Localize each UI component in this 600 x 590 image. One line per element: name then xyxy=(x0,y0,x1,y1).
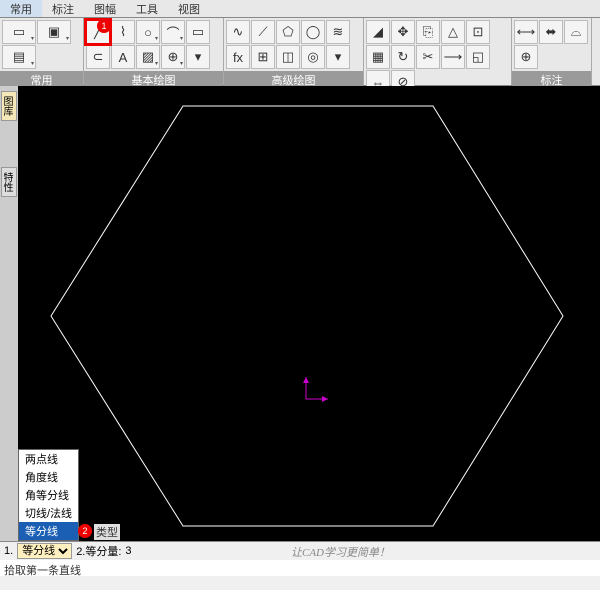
menubar: 常用 标注 图幅 工具 视图 xyxy=(0,0,600,18)
array-icon[interactable]: ▦ xyxy=(366,45,390,69)
menu-item-common[interactable]: 常用 xyxy=(0,0,42,17)
ribbon-panel-dim: ⟷ ⬌ ⌓ ⊕ 标注 xyxy=(512,18,592,85)
copy-icon[interactable]: ⎘ xyxy=(416,20,440,44)
mirror-icon[interactable]: △ xyxy=(441,20,465,44)
prompt2-label: 2.等分量: xyxy=(76,543,121,559)
ribbon: ▭▾ ▣▾ ▤▾ 常用 ╱1 ⌇ ○▾ ⌒▾ ▭ ⊂ A ▨▾ ⊕▾ ▾ 基本绘… xyxy=(0,18,600,86)
hexagon-shape xyxy=(23,96,583,541)
line-type-select[interactable]: 等分线 xyxy=(17,543,72,559)
line-type-menu: 两点线 角度线 角等分线 切线/法线 等分线 xyxy=(18,449,79,541)
formula-icon[interactable]: fx xyxy=(226,45,250,69)
hole-icon[interactable]: ◎ xyxy=(301,45,325,69)
watermark: 让CAD学习更简单！ xyxy=(291,544,390,560)
scale-icon[interactable]: ◱ xyxy=(466,45,490,69)
wave-icon[interactable]: ≋ xyxy=(326,20,350,44)
menu-item-view[interactable]: 视图 xyxy=(168,0,210,17)
circle-icon[interactable]: ○▾ xyxy=(136,20,160,44)
dim-linear-icon[interactable]: ⟷ xyxy=(514,20,538,44)
offset-icon[interactable]: ⊡ xyxy=(466,20,490,44)
extend-icon[interactable]: ⟶ xyxy=(441,45,465,69)
tol-icon[interactable]: ⊕ xyxy=(514,45,538,69)
menu-item-two-point[interactable]: 两点线 xyxy=(19,450,78,468)
menu-item-bisector[interactable]: 角等分线 xyxy=(19,486,78,504)
menu-item-tools[interactable]: 工具 xyxy=(126,0,168,17)
move-icon[interactable]: ✥ xyxy=(391,20,415,44)
text-icon[interactable]: A xyxy=(111,45,135,69)
rail-tab-library[interactable]: 图库 xyxy=(1,91,17,121)
menu-item-sheet[interactable]: 图幅 xyxy=(84,0,126,17)
dim-align-icon[interactable]: ⬌ xyxy=(539,20,563,44)
arc-icon[interactable]: ⌒▾ xyxy=(161,20,185,44)
menu-item-divide-line[interactable]: 等分线 xyxy=(19,522,78,540)
line-icon[interactable]: ╱1 xyxy=(86,20,110,44)
fillet-icon[interactable]: ⊂ xyxy=(86,45,110,69)
part-icon[interactable]: ⊞ xyxy=(251,45,275,69)
menu-suffix-label: 类型 xyxy=(94,524,120,540)
ribbon-panel-adv-draw: ∿ ⟋ ⬠ ◯ ≋ fx ⊞ ◫ ◎ ▾ 高级绘图 xyxy=(224,18,364,85)
pline-icon[interactable]: ⌇ xyxy=(111,20,135,44)
new-icon[interactable]: ▭▾ xyxy=(2,20,36,44)
erase-icon[interactable]: ◢ xyxy=(366,20,390,44)
ellipse-icon[interactable]: ◯ xyxy=(301,20,325,44)
ribbon-panel-modify: ◢ ✥ ⎘ △ ⊡ ▦ ↻ ✂ ⟶ ◱ ⇔ ⊘ 修改 xyxy=(364,18,512,85)
prompt1-prefix: 1. xyxy=(4,545,13,557)
open-icon[interactable]: ▣▾ xyxy=(37,20,71,44)
menu-item-annotate[interactable]: 标注 xyxy=(42,0,84,17)
block-icon[interactable]: ◫ xyxy=(276,45,300,69)
callout-badge-1: 1 xyxy=(97,19,111,33)
rotate-icon[interactable]: ↻ xyxy=(391,45,415,69)
save-icon[interactable]: ▤▾ xyxy=(2,45,36,69)
menu-item-tangent[interactable]: 切线/法线 xyxy=(19,504,78,522)
polygon-icon[interactable]: ⬠ xyxy=(276,20,300,44)
prompt2-value: 3 xyxy=(125,545,131,557)
trim-icon[interactable]: ✂ xyxy=(416,45,440,69)
status-prompt: 拾取第一条直线 xyxy=(0,560,600,576)
dim-arc-icon[interactable]: ⌓ xyxy=(564,20,588,44)
adv-more-icon[interactable]: ▾ xyxy=(326,45,350,69)
drawing-canvas[interactable]: 两点线 角度线 角等分线 切线/法线 等分线 2 类型 xyxy=(18,86,600,541)
rect-icon[interactable]: ▭ xyxy=(186,20,210,44)
hatch-icon[interactable]: ▨▾ xyxy=(136,45,160,69)
ucs-icon xyxy=(298,371,338,411)
left-rail: 图库 特性 xyxy=(0,86,18,541)
ribbon-panel-common: ▭▾ ▣▾ ▤▾ 常用 xyxy=(0,18,84,85)
callout-badge-2: 2 xyxy=(78,524,92,538)
polyline-icon[interactable]: ⟋ xyxy=(251,20,275,44)
ribbon-panel-basic-draw: ╱1 ⌇ ○▾ ⌒▾ ▭ ⊂ A ▨▾ ⊕▾ ▾ 基本绘图 xyxy=(84,18,224,85)
workspace: 图库 特性 两点线 角度线 角等分线 切线/法线 等分线 2 类型 xyxy=(0,86,600,541)
menu-item-angle-line[interactable]: 角度线 xyxy=(19,468,78,486)
spline-icon[interactable]: ∿ xyxy=(226,20,250,44)
centerline-icon[interactable]: ⊕▾ xyxy=(161,45,185,69)
command-area: 让CAD学习更简单！ 1. 等分线 2.等分量: 3 拾取第一条直线 xyxy=(0,541,600,590)
rail-tab-properties[interactable]: 特性 xyxy=(1,167,17,197)
basic-more-icon[interactable]: ▾ xyxy=(186,45,210,69)
